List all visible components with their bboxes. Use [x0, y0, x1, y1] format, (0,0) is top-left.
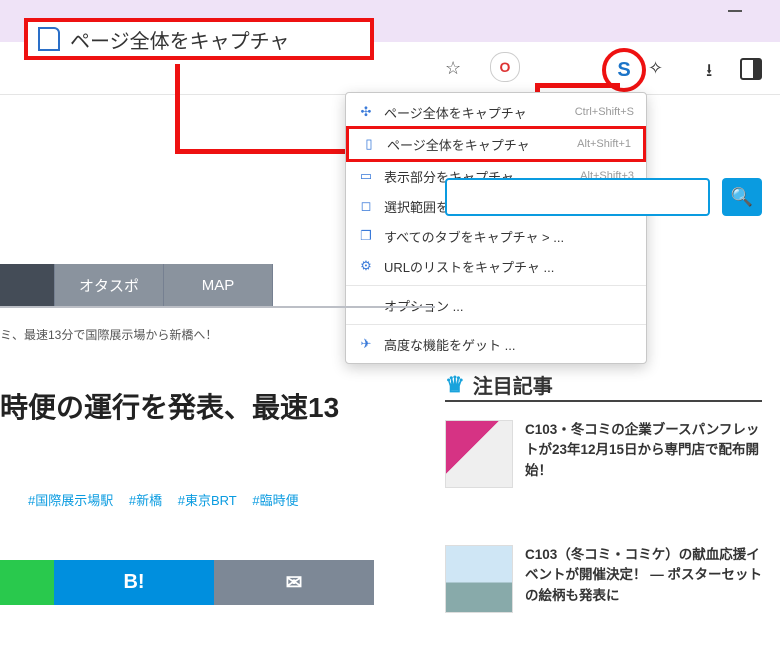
featured-heading: ♛ 注目記事: [445, 370, 553, 399]
nav-underline: [0, 306, 435, 308]
share-bar: B! ✉: [0, 560, 374, 605]
nav-tab-otaspo[interactable]: オタスポ: [55, 264, 164, 306]
tag-link[interactable]: #国際展示場駅: [28, 493, 113, 508]
search-input[interactable]: [445, 178, 710, 216]
featured-title: C103（冬コミ・コミケ）の献血応援イベントが開催決定！ ― ポスターセットの絵…: [525, 545, 762, 613]
bookmark-star-icon[interactable]: ☆: [445, 58, 461, 79]
screenshot-menu: ✣ ページ全体をキャプチャ Ctrl+Shift+S ▯ ページ全体をキャプチャ…: [345, 92, 647, 364]
crown-icon: ♛: [445, 372, 465, 398]
annotation-arrow: [535, 83, 620, 88]
gear-icon: ⚙: [358, 258, 374, 274]
menu-item-shortcut: Alt+Shift+1: [577, 138, 631, 150]
callout-label: ページ全体をキャプチャ: [70, 25, 289, 54]
menu-item-options[interactable]: オプション ...: [346, 290, 646, 320]
tag-link[interactable]: #臨時便: [252, 493, 298, 508]
featured-underline: [445, 400, 762, 402]
sidepanel-icon[interactable]: [740, 58, 762, 80]
menu-item-shortcut: Ctrl+Shift+S: [575, 106, 634, 118]
featured-title: C103・冬コミの企業ブースパンフレットが23年12月15日から専門店で配布開始…: [525, 420, 762, 488]
article-tags: #国際展示場駅 #新橋 #東京BRT #臨時便: [28, 490, 311, 509]
breadcrumb: ミ、最速13分で国際展示場から新橋へ！: [0, 326, 217, 343]
featured-heading-text: 注目記事: [473, 370, 553, 399]
menu-item-label: すべてのタブをキャプチャ > ...: [384, 227, 634, 246]
selection-icon: ◻: [358, 198, 374, 214]
featured-item[interactable]: C103（冬コミ・コミケ）の献血応援イベントが開催決定！ ― ポスターセットの絵…: [445, 545, 762, 613]
menu-item-label: オプション ...: [384, 296, 634, 315]
nav-tab-map[interactable]: MAP: [164, 264, 273, 306]
tabs-icon: ❐: [358, 228, 374, 244]
page-icon: ▯: [361, 136, 377, 152]
download-icon[interactable]: ⭳: [706, 58, 712, 88]
menu-item-capture-url-list[interactable]: ⚙ URLのリストをキャプチャ ...: [346, 251, 646, 281]
share-prev-button[interactable]: [0, 560, 54, 605]
tag-link[interactable]: #東京BRT: [178, 493, 237, 508]
category-nav: オタスポ MAP: [0, 264, 273, 306]
menu-item-capture-all-tabs[interactable]: ❐ すべてのタブをキャプチャ > ...: [346, 221, 646, 251]
annotation-callout: ページ全体をキャプチャ: [24, 18, 374, 60]
search-icon: 🔍: [731, 187, 753, 208]
menu-item-label: 高度な機能をゲット ...: [384, 335, 634, 354]
menu-item-pro[interactable]: ✈ 高度な機能をゲット ...: [346, 329, 646, 359]
nav-tab-prev[interactable]: [0, 264, 55, 306]
featured-item[interactable]: C103・冬コミの企業ブースパンフレットが23年12月15日から専門店で配布開始…: [445, 420, 762, 488]
share-hatebu-button[interactable]: B!: [54, 560, 214, 605]
menu-item-capture-page-full[interactable]: ✣ ページ全体をキャプチャ Ctrl+Shift+S: [346, 97, 646, 127]
share-mail-button[interactable]: ✉: [214, 560, 374, 605]
page-icon: [38, 27, 60, 51]
featured-thumb: [445, 545, 513, 613]
menu-item-capture-page[interactable]: ▯ ページ全体をキャプチャ Alt+Shift+1: [346, 126, 646, 162]
tag-link[interactable]: #新橋: [129, 493, 162, 508]
rocket-icon: ✈: [358, 336, 374, 352]
crosshair-icon: ✣: [358, 104, 374, 120]
menu-separator: [346, 285, 646, 286]
article-title: 時便の運行を発表、最速13: [0, 390, 339, 426]
menu-item-label: ページ全体をキャプチャ: [387, 135, 567, 154]
menu-item-label: URLのリストをキャプチャ ...: [384, 257, 634, 276]
search-button[interactable]: 🔍: [722, 178, 762, 216]
menu-item-label: ページ全体をキャプチャ: [384, 103, 565, 122]
mail-icon: ✉: [286, 570, 303, 595]
minimize-icon[interactable]: [728, 10, 742, 12]
featured-thumb: [445, 420, 513, 488]
opera-icon[interactable]: O: [490, 52, 520, 82]
menu-separator: [346, 324, 646, 325]
extensions-puzzle-icon[interactable]: ✧: [648, 58, 663, 79]
viewport-icon: ▭: [358, 168, 374, 184]
